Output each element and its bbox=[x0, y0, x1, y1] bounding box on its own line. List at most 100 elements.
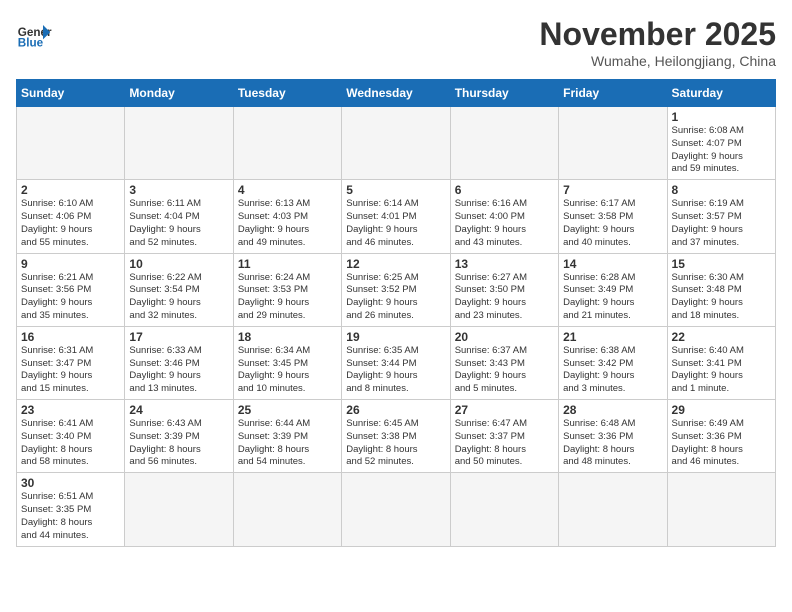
weekday-header-thursday: Thursday bbox=[450, 80, 558, 107]
day-number: 2 bbox=[21, 183, 120, 197]
day-number: 12 bbox=[346, 257, 445, 271]
calendar-cell bbox=[17, 107, 125, 180]
calendar-week-row: 1Sunrise: 6:08 AM Sunset: 4:07 PM Daylig… bbox=[17, 107, 776, 180]
calendar-week-row: 16Sunrise: 6:31 AM Sunset: 3:47 PM Dayli… bbox=[17, 326, 776, 399]
day-number: 11 bbox=[238, 257, 337, 271]
day-info: Sunrise: 6:19 AM Sunset: 3:57 PM Dayligh… bbox=[672, 198, 771, 249]
day-number: 9 bbox=[21, 257, 120, 271]
calendar-cell: 20Sunrise: 6:37 AM Sunset: 3:43 PM Dayli… bbox=[450, 326, 558, 399]
calendar-cell: 9Sunrise: 6:21 AM Sunset: 3:56 PM Daylig… bbox=[17, 253, 125, 326]
day-info: Sunrise: 6:24 AM Sunset: 3:53 PM Dayligh… bbox=[238, 272, 337, 323]
calendar-cell: 16Sunrise: 6:31 AM Sunset: 3:47 PM Dayli… bbox=[17, 326, 125, 399]
weekday-header-sunday: Sunday bbox=[17, 80, 125, 107]
calendar-cell: 1Sunrise: 6:08 AM Sunset: 4:07 PM Daylig… bbox=[667, 107, 775, 180]
day-number: 29 bbox=[672, 403, 771, 417]
day-number: 3 bbox=[129, 183, 228, 197]
calendar-cell bbox=[233, 107, 341, 180]
day-number: 5 bbox=[346, 183, 445, 197]
calendar-week-row: 30Sunrise: 6:51 AM Sunset: 3:35 PM Dayli… bbox=[17, 473, 776, 546]
day-number: 6 bbox=[455, 183, 554, 197]
day-info: Sunrise: 6:25 AM Sunset: 3:52 PM Dayligh… bbox=[346, 272, 445, 323]
day-info: Sunrise: 6:21 AM Sunset: 3:56 PM Dayligh… bbox=[21, 272, 120, 323]
day-number: 17 bbox=[129, 330, 228, 344]
calendar-cell: 27Sunrise: 6:47 AM Sunset: 3:37 PM Dayli… bbox=[450, 400, 558, 473]
day-info: Sunrise: 6:14 AM Sunset: 4:01 PM Dayligh… bbox=[346, 198, 445, 249]
day-info: Sunrise: 6:40 AM Sunset: 3:41 PM Dayligh… bbox=[672, 345, 771, 396]
weekday-header-monday: Monday bbox=[125, 80, 233, 107]
day-number: 8 bbox=[672, 183, 771, 197]
calendar-cell: 10Sunrise: 6:22 AM Sunset: 3:54 PM Dayli… bbox=[125, 253, 233, 326]
calendar-week-row: 2Sunrise: 6:10 AM Sunset: 4:06 PM Daylig… bbox=[17, 180, 776, 253]
calendar-cell bbox=[559, 473, 667, 546]
calendar-cell bbox=[125, 107, 233, 180]
day-number: 10 bbox=[129, 257, 228, 271]
day-info: Sunrise: 6:35 AM Sunset: 3:44 PM Dayligh… bbox=[346, 345, 445, 396]
day-number: 24 bbox=[129, 403, 228, 417]
weekday-header-saturday: Saturday bbox=[667, 80, 775, 107]
day-info: Sunrise: 6:30 AM Sunset: 3:48 PM Dayligh… bbox=[672, 272, 771, 323]
day-info: Sunrise: 6:33 AM Sunset: 3:46 PM Dayligh… bbox=[129, 345, 228, 396]
calendar-cell: 4Sunrise: 6:13 AM Sunset: 4:03 PM Daylig… bbox=[233, 180, 341, 253]
calendar-cell: 30Sunrise: 6:51 AM Sunset: 3:35 PM Dayli… bbox=[17, 473, 125, 546]
calendar-cell: 12Sunrise: 6:25 AM Sunset: 3:52 PM Dayli… bbox=[342, 253, 450, 326]
day-info: Sunrise: 6:48 AM Sunset: 3:36 PM Dayligh… bbox=[563, 418, 662, 469]
day-info: Sunrise: 6:51 AM Sunset: 3:35 PM Dayligh… bbox=[21, 491, 120, 542]
page-header: General Blue November 2025 Wumahe, Heilo… bbox=[16, 16, 776, 69]
calendar-cell: 18Sunrise: 6:34 AM Sunset: 3:45 PM Dayli… bbox=[233, 326, 341, 399]
calendar-cell bbox=[342, 473, 450, 546]
day-number: 22 bbox=[672, 330, 771, 344]
day-info: Sunrise: 6:16 AM Sunset: 4:00 PM Dayligh… bbox=[455, 198, 554, 249]
day-info: Sunrise: 6:45 AM Sunset: 3:38 PM Dayligh… bbox=[346, 418, 445, 469]
month-title: November 2025 bbox=[539, 16, 776, 53]
calendar-cell: 13Sunrise: 6:27 AM Sunset: 3:50 PM Dayli… bbox=[450, 253, 558, 326]
day-number: 30 bbox=[21, 476, 120, 490]
day-number: 16 bbox=[21, 330, 120, 344]
day-number: 14 bbox=[563, 257, 662, 271]
calendar-cell: 28Sunrise: 6:48 AM Sunset: 3:36 PM Dayli… bbox=[559, 400, 667, 473]
calendar-week-row: 9Sunrise: 6:21 AM Sunset: 3:56 PM Daylig… bbox=[17, 253, 776, 326]
location: Wumahe, Heilongjiang, China bbox=[539, 53, 776, 69]
logo: General Blue bbox=[16, 16, 52, 52]
day-number: 26 bbox=[346, 403, 445, 417]
day-info: Sunrise: 6:44 AM Sunset: 3:39 PM Dayligh… bbox=[238, 418, 337, 469]
day-number: 4 bbox=[238, 183, 337, 197]
calendar-cell bbox=[342, 107, 450, 180]
day-number: 21 bbox=[563, 330, 662, 344]
calendar-cell bbox=[450, 107, 558, 180]
svg-text:Blue: Blue bbox=[18, 37, 44, 50]
day-info: Sunrise: 6:38 AM Sunset: 3:42 PM Dayligh… bbox=[563, 345, 662, 396]
calendar-cell: 19Sunrise: 6:35 AM Sunset: 3:44 PM Dayli… bbox=[342, 326, 450, 399]
day-number: 23 bbox=[21, 403, 120, 417]
calendar-cell: 14Sunrise: 6:28 AM Sunset: 3:49 PM Dayli… bbox=[559, 253, 667, 326]
day-info: Sunrise: 6:37 AM Sunset: 3:43 PM Dayligh… bbox=[455, 345, 554, 396]
calendar-cell: 8Sunrise: 6:19 AM Sunset: 3:57 PM Daylig… bbox=[667, 180, 775, 253]
day-number: 1 bbox=[672, 110, 771, 124]
day-info: Sunrise: 6:22 AM Sunset: 3:54 PM Dayligh… bbox=[129, 272, 228, 323]
calendar-cell: 6Sunrise: 6:16 AM Sunset: 4:00 PM Daylig… bbox=[450, 180, 558, 253]
weekday-header-row: SundayMondayTuesdayWednesdayThursdayFrid… bbox=[17, 80, 776, 107]
day-info: Sunrise: 6:28 AM Sunset: 3:49 PM Dayligh… bbox=[563, 272, 662, 323]
calendar-body: 1Sunrise: 6:08 AM Sunset: 4:07 PM Daylig… bbox=[17, 107, 776, 547]
calendar-cell bbox=[450, 473, 558, 546]
calendar-cell bbox=[667, 473, 775, 546]
day-number: 20 bbox=[455, 330, 554, 344]
calendar-week-row: 23Sunrise: 6:41 AM Sunset: 3:40 PM Dayli… bbox=[17, 400, 776, 473]
day-number: 25 bbox=[238, 403, 337, 417]
calendar-cell: 2Sunrise: 6:10 AM Sunset: 4:06 PM Daylig… bbox=[17, 180, 125, 253]
weekday-header-wednesday: Wednesday bbox=[342, 80, 450, 107]
calendar-cell: 22Sunrise: 6:40 AM Sunset: 3:41 PM Dayli… bbox=[667, 326, 775, 399]
calendar-cell: 3Sunrise: 6:11 AM Sunset: 4:04 PM Daylig… bbox=[125, 180, 233, 253]
day-number: 15 bbox=[672, 257, 771, 271]
day-number: 18 bbox=[238, 330, 337, 344]
day-number: 13 bbox=[455, 257, 554, 271]
day-number: 27 bbox=[455, 403, 554, 417]
calendar-cell: 5Sunrise: 6:14 AM Sunset: 4:01 PM Daylig… bbox=[342, 180, 450, 253]
calendar-cell bbox=[559, 107, 667, 180]
day-number: 19 bbox=[346, 330, 445, 344]
title-block: November 2025 Wumahe, Heilongjiang, Chin… bbox=[539, 16, 776, 69]
calendar-header: SundayMondayTuesdayWednesdayThursdayFrid… bbox=[17, 80, 776, 107]
logo-icon: General Blue bbox=[16, 16, 52, 52]
day-info: Sunrise: 6:43 AM Sunset: 3:39 PM Dayligh… bbox=[129, 418, 228, 469]
day-info: Sunrise: 6:34 AM Sunset: 3:45 PM Dayligh… bbox=[238, 345, 337, 396]
day-number: 7 bbox=[563, 183, 662, 197]
